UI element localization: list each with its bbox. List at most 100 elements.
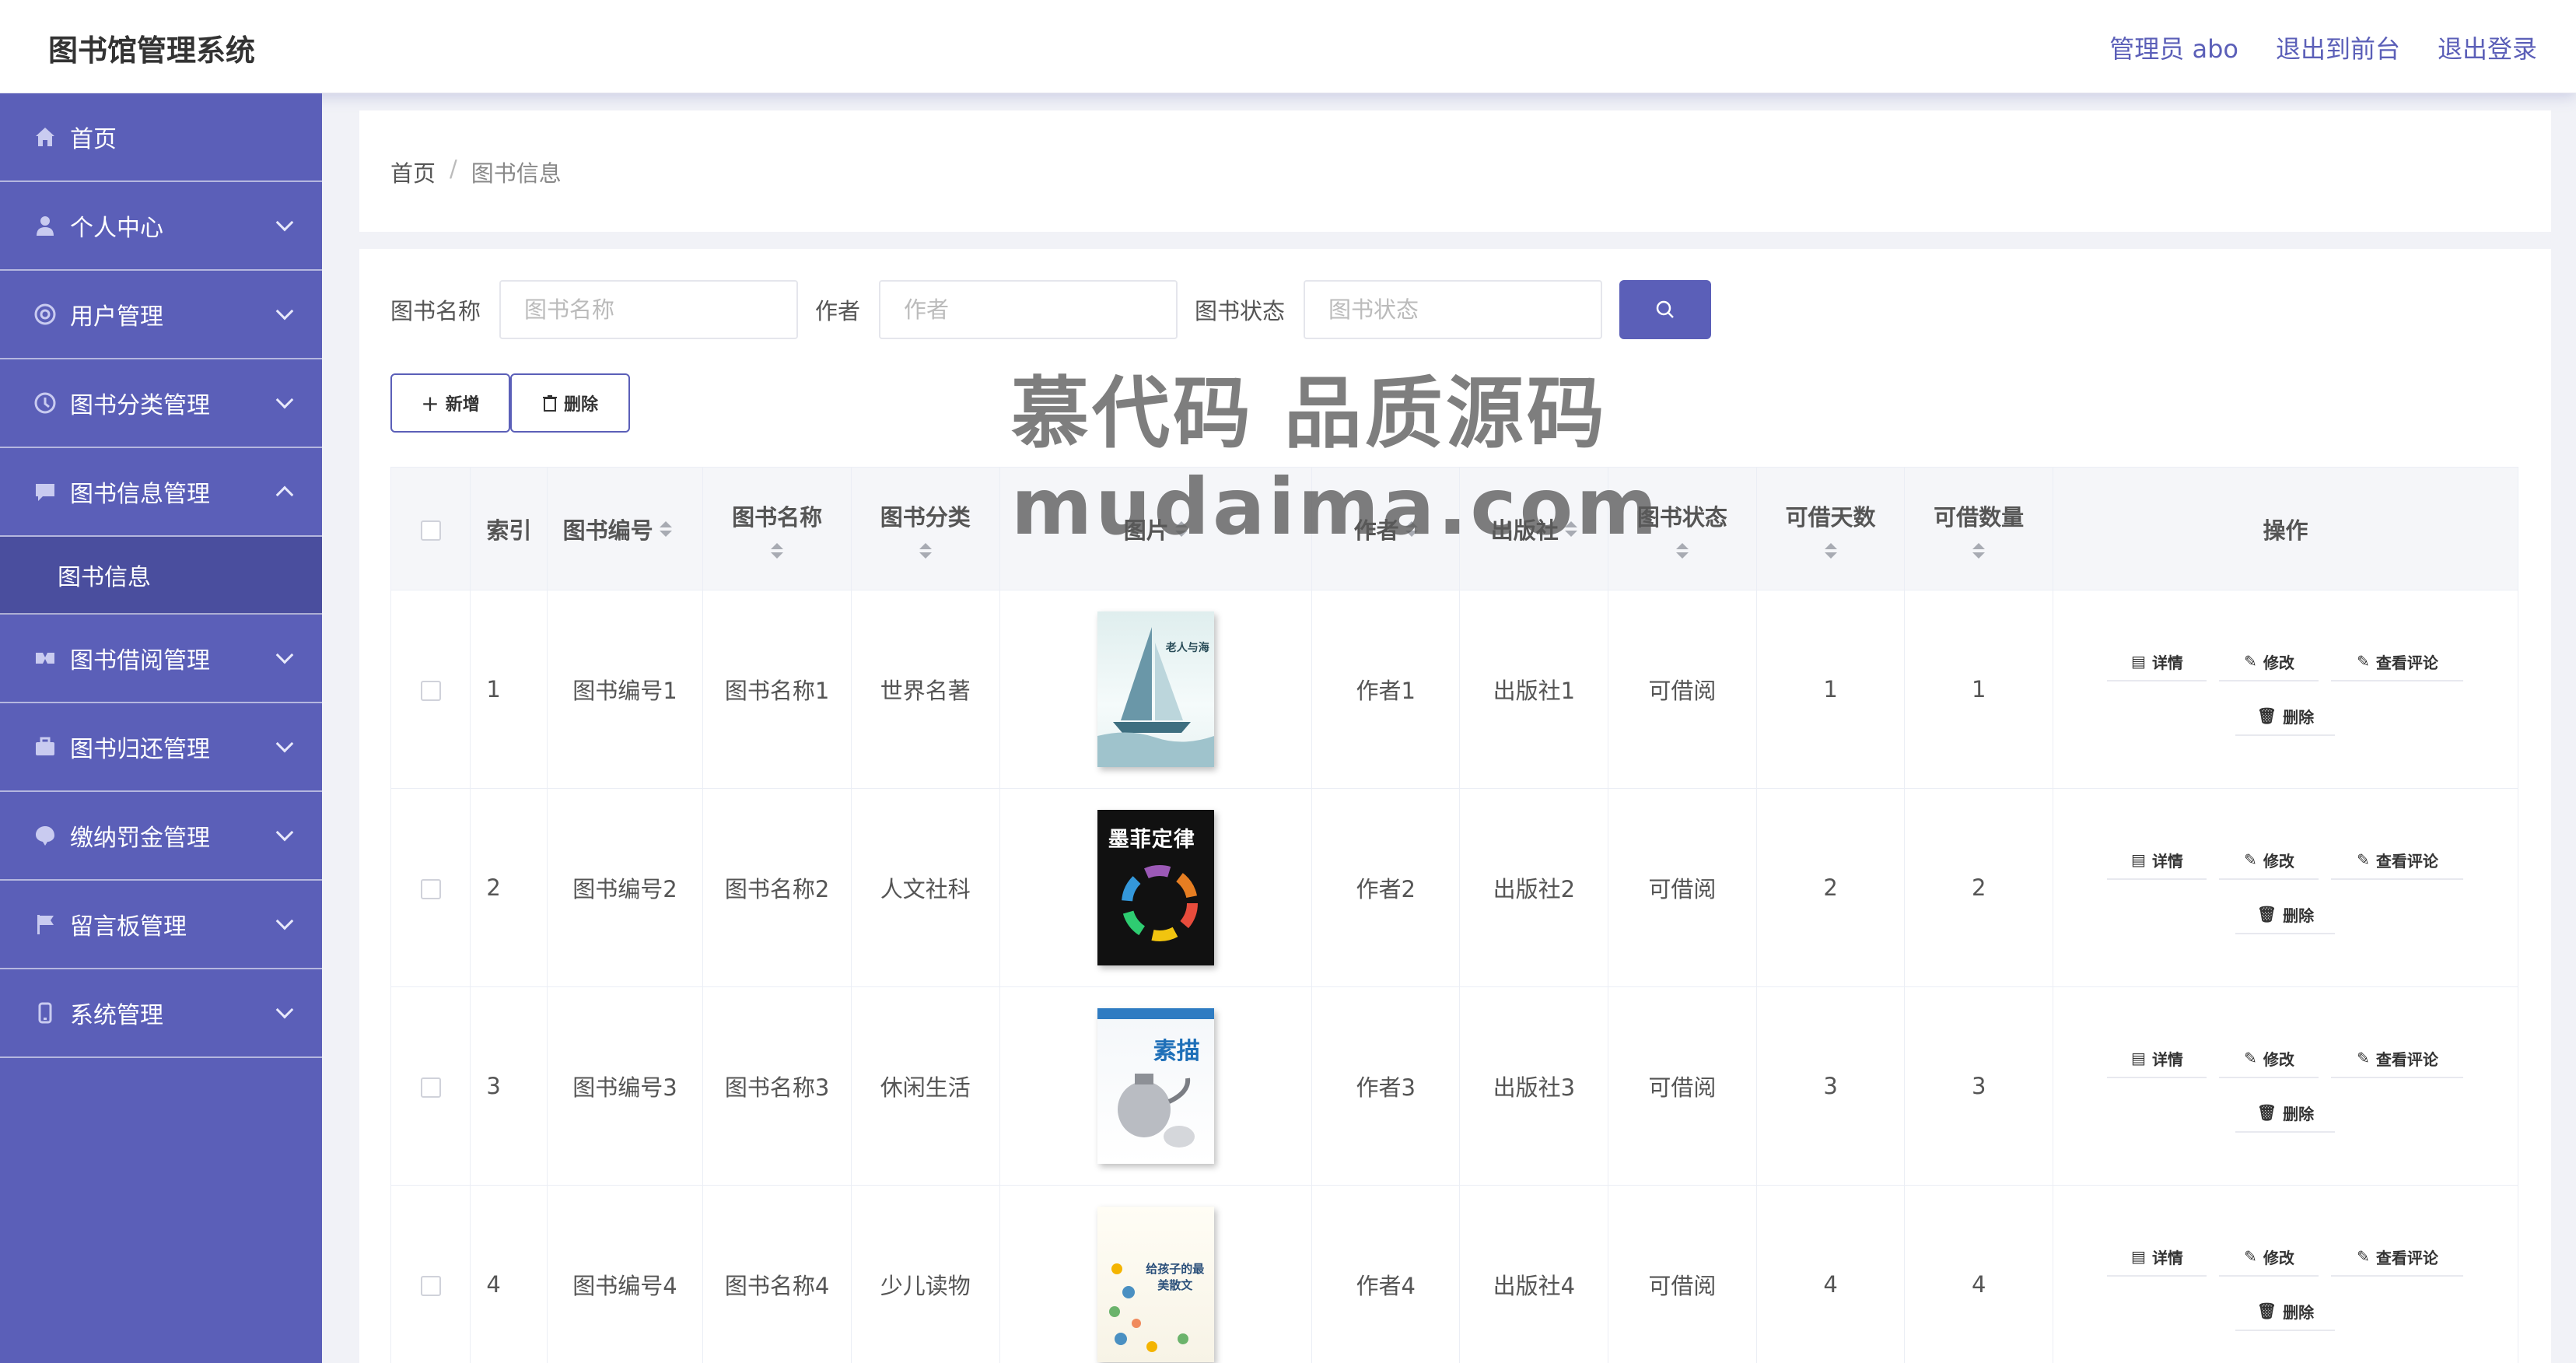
sort-icon[interactable] bbox=[1174, 520, 1188, 537]
author-input[interactable] bbox=[879, 280, 1178, 339]
app-title: 图书馆管理系统 bbox=[48, 33, 256, 68]
detail-label: 详情 bbox=[2151, 1248, 2183, 1267]
add-button[interactable]: + 新增 bbox=[390, 373, 510, 433]
header-category[interactable]: 图书分类 bbox=[850, 467, 1000, 590]
sort-icon[interactable] bbox=[919, 542, 932, 559]
sort-icon[interactable] bbox=[1564, 520, 1577, 537]
row-delete-label: 删除 bbox=[2283, 1302, 2315, 1322]
cell-code: 图书编号3 bbox=[546, 986, 704, 1186]
header-image[interactable]: 图片 bbox=[999, 467, 1312, 590]
edit-button[interactable]: ✎ 修改 bbox=[2219, 841, 2319, 880]
view-comments-button[interactable]: ✎ 查看评论 bbox=[2331, 1039, 2464, 1078]
sort-icon[interactable] bbox=[659, 520, 672, 537]
cell-author: 作者2 bbox=[1311, 788, 1461, 987]
view-comments-button[interactable]: ✎ 查看评论 bbox=[2331, 841, 2464, 880]
search-button[interactable] bbox=[1619, 280, 1712, 339]
detail-button[interactable]: ▤ 详情 bbox=[2107, 1238, 2207, 1277]
row-checkbox[interactable] bbox=[420, 879, 441, 899]
cell-image: 给孩子的最美散文 bbox=[999, 1185, 1312, 1363]
view-comments-button[interactable]: ✎ 查看评论 bbox=[2331, 643, 2464, 682]
logout-link[interactable]: 退出登录 bbox=[2438, 30, 2537, 65]
book-cover-image[interactable]: 墨菲定律 bbox=[1097, 810, 1214, 965]
sort-icon[interactable] bbox=[1972, 542, 1986, 559]
cell-index: 2 bbox=[470, 788, 548, 987]
book-cover-image[interactable]: 给孩子的最美散文 bbox=[1097, 1207, 1214, 1362]
cell-category: 少儿读物 bbox=[850, 1185, 1000, 1363]
sort-icon[interactable] bbox=[1675, 542, 1689, 559]
cell-image: 老人与海 bbox=[999, 590, 1312, 789]
header-qty-label: 可借数量 bbox=[1934, 503, 2025, 531]
book-cover-image[interactable]: 老人与海 bbox=[1097, 611, 1214, 767]
exit-to-frontend-link[interactable]: 退出到前台 bbox=[2276, 30, 2400, 65]
row-checkbox[interactable] bbox=[420, 1276, 441, 1296]
header-qty[interactable]: 可借数量 bbox=[1904, 467, 2053, 590]
breadcrumb-separator: / bbox=[450, 156, 457, 182]
search-label-status: 图书状态 bbox=[1195, 298, 1286, 324]
detail-button[interactable]: ▤ 详情 bbox=[2107, 1039, 2207, 1078]
status-input[interactable] bbox=[1304, 280, 1603, 339]
sort-icon[interactable] bbox=[1405, 520, 1418, 537]
select-all-checkbox[interactable] bbox=[420, 520, 441, 541]
book-cover-image[interactable]: 素描 bbox=[1097, 1008, 1214, 1164]
row-checkbox[interactable] bbox=[420, 1077, 441, 1098]
teapot-sketch-illustration bbox=[1117, 1074, 1195, 1148]
row-select bbox=[390, 590, 471, 789]
admin-user-link[interactable]: 管理员 abo bbox=[2109, 30, 2238, 65]
edit-button[interactable]: ✎ 修改 bbox=[2219, 643, 2319, 682]
sidebar-item-return-management[interactable]: 图书归还管理 bbox=[0, 703, 322, 792]
row-delete-label: 删除 bbox=[2283, 1104, 2315, 1123]
sidebar-item-system-management[interactable]: 系统管理 bbox=[0, 969, 322, 1058]
header-image-label: 图片 bbox=[1123, 517, 1169, 544]
chevron-up-icon bbox=[275, 485, 294, 504]
detail-label: 详情 bbox=[2151, 851, 2183, 871]
view-comments-button[interactable]: ✎ 查看评论 bbox=[2331, 1238, 2464, 1277]
comments-label: 查看评论 bbox=[2375, 1248, 2438, 1267]
action-buttons: + 新增 删除 bbox=[390, 373, 630, 433]
sort-icon[interactable] bbox=[771, 542, 784, 559]
header-code[interactable]: 图书编号 bbox=[546, 467, 704, 590]
sort-icon[interactable] bbox=[1824, 542, 1837, 559]
detail-button[interactable]: ▤ 详情 bbox=[2107, 643, 2207, 682]
row-delete-button[interactable]: 🗑 删除 bbox=[2235, 895, 2336, 934]
row-delete-button[interactable]: 🗑 删除 bbox=[2235, 1292, 2336, 1331]
header-author[interactable]: 作者 bbox=[1311, 467, 1461, 590]
delete-button-label: 删除 bbox=[563, 395, 598, 415]
chevron-down-icon bbox=[275, 912, 294, 930]
header-links: 管理员 abo 退出到前台 退出登录 bbox=[2109, 30, 2537, 65]
sidebar-item-fine-management[interactable]: 缴纳罚金管理 bbox=[0, 792, 322, 881]
sidebar-item-borrow-management[interactable]: 图书借阅管理 bbox=[0, 615, 322, 703]
device-icon bbox=[33, 1000, 58, 1025]
sidebar-item-label: 缴纳罚金管理 bbox=[70, 825, 210, 852]
sidebar-item-category-management[interactable]: 图书分类管理 bbox=[0, 359, 322, 448]
document-icon: ▤ bbox=[2131, 1049, 2146, 1067]
sidebar-item-home[interactable]: 首页 bbox=[0, 93, 322, 182]
sidebar-item-personal-center[interactable]: 个人中心 bbox=[0, 182, 322, 271]
delete-button[interactable]: 删除 bbox=[510, 373, 630, 433]
chevron-down-icon bbox=[275, 213, 294, 232]
pencil-icon: ✎ bbox=[2357, 652, 2370, 671]
fine-icon bbox=[33, 823, 58, 848]
cell-category: 休闲生活 bbox=[850, 986, 1000, 1186]
row-checkbox[interactable] bbox=[420, 681, 441, 701]
pencil-icon: ✎ bbox=[2244, 1247, 2257, 1266]
header-publisher[interactable]: 出版社 bbox=[1459, 467, 1609, 590]
search-icon bbox=[1656, 300, 1674, 318]
header-name[interactable]: 图书名称 bbox=[702, 467, 852, 590]
sidebar-item-book-info-management[interactable]: 图书信息管理 bbox=[0, 448, 322, 537]
sidebar-item-user-management[interactable]: 用户管理 bbox=[0, 271, 322, 359]
edit-button[interactable]: ✎ 修改 bbox=[2219, 1039, 2319, 1078]
row-delete-button[interactable]: 🗑 删除 bbox=[2235, 1094, 2336, 1133]
row-delete-button[interactable]: 🗑 删除 bbox=[2235, 697, 2336, 736]
sidebar-item-label: 图书信息管理 bbox=[70, 481, 210, 508]
sidebar-item-label: 用户管理 bbox=[70, 303, 163, 331]
header-status[interactable]: 图书状态 bbox=[1608, 467, 1757, 590]
header-days[interactable]: 可借天数 bbox=[1755, 467, 1906, 590]
book-name-input[interactable] bbox=[499, 280, 799, 339]
cell-days: 1 bbox=[1755, 590, 1906, 789]
search-label-book-name: 图书名称 bbox=[390, 298, 481, 324]
detail-button[interactable]: ▤ 详情 bbox=[2107, 841, 2207, 880]
sidebar-subitem-book-info[interactable]: 图书信息 bbox=[0, 537, 322, 615]
edit-button[interactable]: ✎ 修改 bbox=[2219, 1238, 2319, 1277]
breadcrumb-home[interactable]: 首页 bbox=[390, 156, 436, 188]
sidebar-item-message-board[interactable]: 留言板管理 bbox=[0, 881, 322, 969]
